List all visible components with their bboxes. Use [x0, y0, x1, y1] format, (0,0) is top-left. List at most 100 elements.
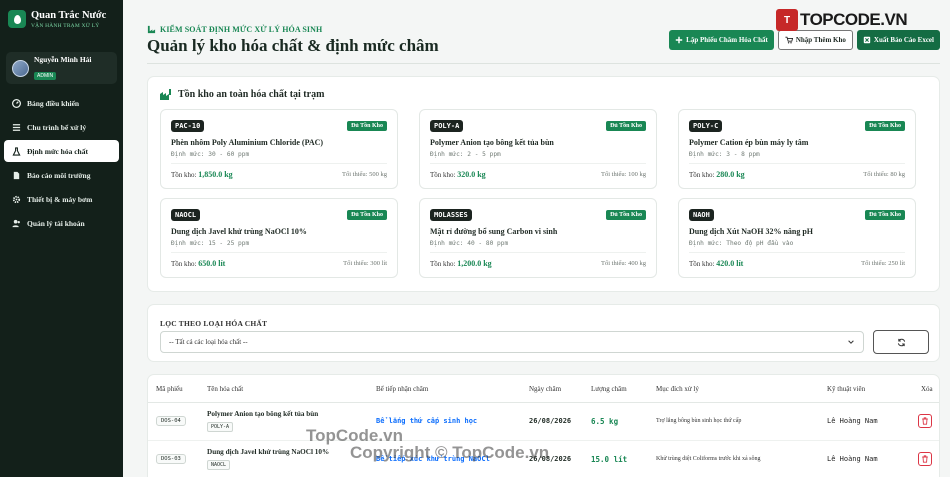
delete-button[interactable]	[918, 452, 932, 466]
header-divider	[147, 63, 940, 64]
water-drop-icon	[8, 10, 26, 28]
chemical-code: POLY-C	[689, 120, 723, 132]
chemical-code: POLY-A	[430, 120, 464, 132]
chemical-name: Dung dịch Xút NaOH 32% nâng pH	[689, 227, 814, 236]
import-stock-button[interactable]: Nhập Thêm Kho	[777, 30, 853, 50]
warehouse-icon	[160, 89, 171, 100]
status-badge: Đủ Tồn Kho	[865, 210, 905, 220]
column-header: Mục đích xử lý	[656, 385, 699, 393]
document-icon	[12, 171, 21, 180]
treatment-purpose: Khử trùng diệt Coliforms trước khi xả sô…	[656, 456, 761, 462]
export-excel-button[interactable]: Xuất Báo Cáo Excel	[856, 30, 940, 50]
chemical-name: Polymer Anion tạo bông kết tủa bùn	[207, 410, 319, 418]
dosing-amount: 15.0 lít	[591, 455, 628, 464]
minimum-level: Tối thiểu: 250 lít	[861, 260, 905, 267]
chemical-name: Mật rỉ đường bổ sung Carbon vi sinh	[430, 227, 558, 236]
dosing-date: 26/08/2026	[529, 417, 572, 425]
status-badge: Đủ Tồn Kho	[606, 121, 646, 131]
sidebar-item-label: Định mức hóa chất	[27, 146, 88, 156]
card-divider	[171, 163, 387, 164]
sidebar-item-label: Bảng điều khiển	[27, 98, 80, 108]
refresh-button[interactable]	[873, 330, 929, 354]
chemical-type-select[interactable]: -- Tất cả các loại hóa chất --	[160, 331, 864, 353]
chemical-code: NAOCL	[171, 209, 201, 221]
page-eyebrow: KIỂM SOÁT ĐỊNH MỨC XỬ LÝ HÓA SINH	[147, 25, 322, 34]
minimum-level: Tối thiểu: 300 lít	[343, 260, 387, 267]
dosing-amount: 6.5 kg	[591, 417, 619, 426]
table-row[interactable]: DOS-04 Polymer Anion tạo bông kết tủa bù…	[148, 403, 939, 441]
technician: Lê Hoàng Nam	[827, 417, 878, 425]
delete-button[interactable]	[918, 414, 932, 428]
user-card[interactable]: Nguyễn Minh Hải ADMIN	[6, 52, 117, 84]
column-header: Kỹ thuật viên	[827, 385, 866, 393]
stock-level: Tồn kho: 320.0 kg	[430, 170, 486, 179]
brand[interactable]: Quan Trắc Nước VẬN HÀNH TRẠM XỬ LÝ	[0, 0, 123, 38]
flask-icon	[147, 25, 156, 34]
sidebar-item-label: Chu trình bể xử lý	[27, 122, 87, 132]
dosing-norm: Định mức: 30 - 60 ppm	[171, 151, 250, 158]
chemical-name: Dung dịch Javel khử trùng NaOCl 10%	[207, 448, 330, 456]
topcode-logo-mark: T	[776, 9, 798, 31]
sidebar-item-chemical-norms[interactable]: Định mức hóa chất	[4, 140, 119, 162]
sidebar-nav: Bảng điều khiển Chu trình bể xử lý Định …	[0, 92, 123, 234]
trash-icon	[922, 455, 928, 463]
chemical-code: MOLASSES	[430, 209, 472, 221]
excel-icon	[863, 36, 871, 44]
sidebar-item-equipment[interactable]: Thiết bị & máy bơm	[4, 188, 119, 210]
filter-panel: LỌC THEO LOẠI HÓA CHẤT -- Tất cả các loạ…	[147, 304, 940, 362]
stock-panel-title: Tồn kho an toàn hóa chất tại trạm	[160, 89, 324, 100]
card-divider	[430, 163, 646, 164]
avatar	[12, 59, 29, 77]
stock-level: Tồn kho: 650.0 lít	[171, 259, 226, 268]
chevron-down-icon	[848, 340, 854, 344]
sidebar-item-dashboard[interactable]: Bảng điều khiển	[4, 92, 119, 114]
plus-icon	[675, 36, 683, 44]
minimum-level: Tối thiểu: 80 kg	[863, 171, 905, 178]
users-icon	[12, 219, 21, 228]
table-header: Mã phiếu Tên hóa chất Bể tiếp nhận châm …	[148, 375, 939, 403]
sidebar-item-accounts[interactable]: Quản lý tài khoản	[4, 212, 119, 234]
stock-card[interactable]: PAC-10 Đủ Tồn Kho Phèn nhôm Poly Alumini…	[160, 109, 398, 189]
eyebrow-text: KIỂM SOÁT ĐỊNH MỨC XỬ LÝ HÓA SINH	[160, 25, 323, 34]
column-header: Lượng châm	[591, 385, 627, 393]
create-dosing-button[interactable]: Lập Phiếu Châm Hóa Chất	[669, 30, 774, 50]
gear-icon	[12, 195, 21, 204]
stock-level: Tồn kho: 1,200.0 kg	[430, 259, 492, 268]
technician: Lê Hoàng Nam	[827, 455, 878, 463]
card-divider	[430, 252, 646, 253]
receiving-tank[interactable]: Bể lắng thứ cấp sinh học	[376, 417, 477, 425]
stock-card[interactable]: POLY-C Đủ Tồn Kho Polymer Cation ép bùn …	[678, 109, 916, 189]
column-header: Xóa	[921, 385, 933, 393]
minimum-level: Tối thiểu: 400 kg	[601, 260, 646, 267]
chemical-code: NAOCL	[207, 460, 231, 470]
sidebar-item-env-reports[interactable]: Báo cáo môi trường	[4, 164, 119, 186]
select-value: -- Tất cả các loại hóa chất --	[169, 338, 248, 346]
chemical-code: PAC-10	[171, 120, 205, 132]
chemical-code: POLY-A	[207, 422, 234, 432]
status-badge: Đủ Tồn Kho	[347, 121, 387, 131]
user-name: Nguyễn Minh Hải	[34, 54, 92, 64]
dosing-norm: Định mức: 15 - 25 ppm	[171, 240, 250, 247]
card-divider	[171, 252, 387, 253]
topcode-logo: T TOPCODE.VN	[776, 9, 908, 31]
column-header: Ngày châm	[529, 385, 562, 393]
minimum-level: Tối thiểu: 500 kg	[342, 171, 387, 178]
stock-card[interactable]: MOLASSES Đủ Tồn Kho Mật rỉ đường bổ sung…	[419, 198, 657, 278]
card-divider	[689, 163, 905, 164]
stock-card[interactable]: NAOCL Đủ Tồn Kho Dung dịch Javel khử trù…	[160, 198, 398, 278]
refresh-icon	[897, 338, 905, 346]
dosing-norm: Định mức: 40 - 80 ppm	[430, 240, 509, 247]
watermark-copyright: Copyright © TopCode.vn	[350, 443, 550, 462]
stock-level: Tồn kho: 1,850.0 kg	[171, 170, 233, 179]
stock-card[interactable]: NAOH Đủ Tồn Kho Dung dịch Xút NaOH 32% n…	[678, 198, 916, 278]
minimum-level: Tối thiểu: 100 kg	[601, 171, 646, 178]
dosing-norm: Định mức: 3 - 8 ppm	[689, 151, 760, 158]
filter-label: LỌC THEO LOẠI HÓA CHẤT	[160, 319, 268, 328]
column-header: Tên hóa chất	[207, 385, 244, 393]
brand-title: Quan Trắc Nước	[31, 9, 107, 21]
topcode-logo-text: TOPCODE.VN	[800, 10, 908, 29]
status-badge: Đủ Tồn Kho	[865, 121, 905, 131]
sidebar-item-label: Quản lý tài khoản	[27, 218, 85, 228]
stock-card[interactable]: POLY-A Đủ Tồn Kho Polymer Anion tạo bông…	[419, 109, 657, 189]
sidebar-item-tank-cycles[interactable]: Chu trình bể xử lý	[4, 116, 119, 138]
